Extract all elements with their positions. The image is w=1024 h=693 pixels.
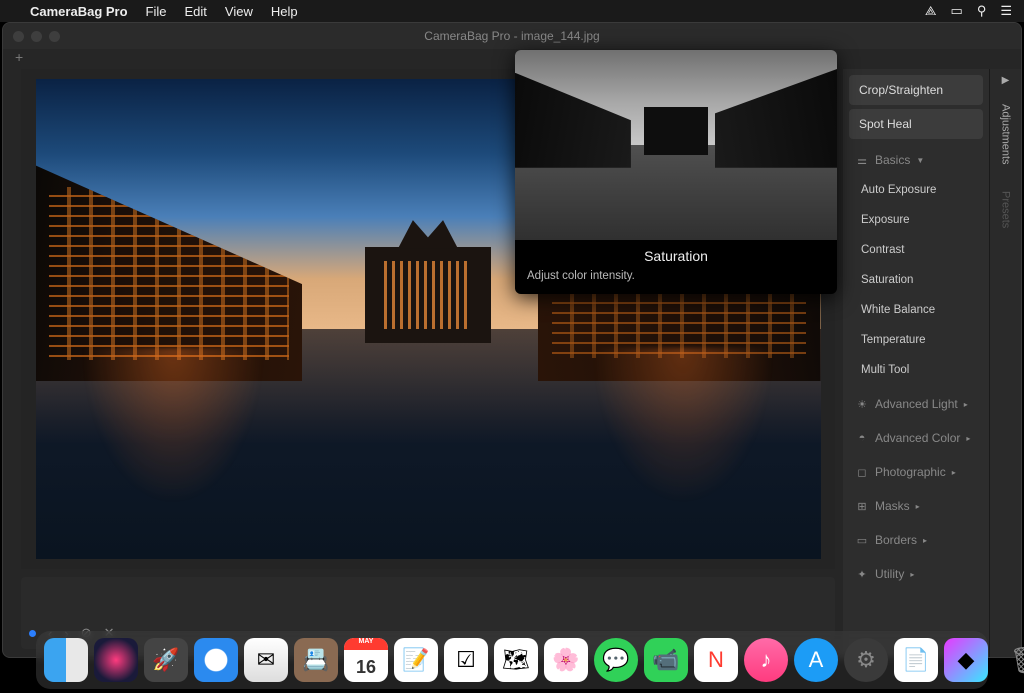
dock-notes[interactable]: 📝 <box>394 638 438 682</box>
adjustment-tooltip: Saturation Adjust color intensity. <box>515 50 837 294</box>
adjust-multi-tool[interactable]: Multi Tool <box>849 357 983 383</box>
spot-heal-button[interactable]: Spot Heal <box>849 109 983 139</box>
menu-edit[interactable]: Edit <box>185 4 207 19</box>
utility-icon: ✦ <box>855 568 869 581</box>
dock-trash[interactable]: 🗑 <box>1004 638 1024 682</box>
sliders-icon: ⚌ <box>855 154 869 167</box>
window-title: CameraBag Pro - image_144.jpg <box>424 29 599 43</box>
dock-reminders[interactable]: ☑ <box>444 638 488 682</box>
camera-icon: ◻ <box>855 466 869 479</box>
dock-news[interactable]: N <box>694 638 738 682</box>
dock-textedit[interactable]: 📄 <box>894 638 938 682</box>
chevron-right-icon: ▸ <box>964 400 968 409</box>
dock-safari[interactable] <box>194 638 238 682</box>
adjust-contrast[interactable]: Contrast <box>849 237 983 263</box>
dock-finder[interactable] <box>44 638 88 682</box>
section-advanced-color[interactable]: ◓ Advanced Color ▸ <box>849 421 983 451</box>
titlebar: CameraBag Pro - image_144.jpg <box>3 23 1021 49</box>
tooltip-preview-image <box>515 50 837 240</box>
sun-icon: ☀ <box>855 398 869 411</box>
crop-straighten-button[interactable]: Crop/Straighten <box>849 75 983 105</box>
dock-photos[interactable]: 🌸 <box>544 638 588 682</box>
section-basics[interactable]: ⚌ Basics ▼ <box>849 143 983 173</box>
dock-siri[interactable] <box>94 638 138 682</box>
spotlight-icon[interactable]: ⚲ <box>977 3 987 19</box>
strip-enabled-dot[interactable] <box>29 630 36 637</box>
tab-presets[interactable]: Presets <box>998 183 1014 236</box>
status-icon[interactable]: ⟁ <box>925 3 937 19</box>
adjust-temperature[interactable]: Temperature <box>849 327 983 353</box>
adjust-saturation[interactable]: Saturation <box>849 267 983 293</box>
dock-contacts[interactable]: 📇 <box>294 638 338 682</box>
adjust-white-balance[interactable]: White Balance <box>849 297 983 323</box>
dock-messages[interactable]: 💬 <box>594 638 638 682</box>
dock-appstore[interactable]: A <box>794 638 838 682</box>
chevron-right-icon: ▸ <box>952 468 956 477</box>
section-masks[interactable]: ⊞ Masks ▸ <box>849 489 983 519</box>
display-icon[interactable]: ▭ <box>951 3 963 19</box>
borders-icon: ▭ <box>855 534 869 547</box>
tab-row[interactable]: + <box>3 49 1021 69</box>
menu-help[interactable]: Help <box>271 4 298 19</box>
dock: 🚀 ✉ 📇 MAY 16 📝 ☑ 🗺 🌸 💬 📹 N ♪ A ⚙ 📄 ◆ 🗑 <box>36 631 988 689</box>
color-icon: ◓ <box>855 432 869 444</box>
dock-calendar[interactable]: MAY 16 <box>344 638 388 682</box>
dock-camerabag[interactable]: ◆ <box>944 638 988 682</box>
tooltip-title: Saturation <box>515 240 837 266</box>
section-utility[interactable]: ✦ Utility ▸ <box>849 557 983 587</box>
dock-launchpad[interactable]: 🚀 <box>144 638 188 682</box>
menu-list-icon[interactable]: ☰ <box>1000 3 1012 19</box>
dock-maps[interactable]: 🗺 <box>494 638 538 682</box>
dock-settings[interactable]: ⚙ <box>844 638 888 682</box>
app-name-menu[interactable]: CameraBag Pro <box>30 4 128 19</box>
menu-file[interactable]: File <box>146 4 167 19</box>
traffic-lights[interactable] <box>13 31 60 42</box>
section-borders[interactable]: ▭ Borders ▸ <box>849 523 983 553</box>
dock-mail[interactable]: ✉ <box>244 638 288 682</box>
dock-facetime[interactable]: 📹 <box>644 638 688 682</box>
chevron-right-icon: ▸ <box>923 536 927 545</box>
section-photographic[interactable]: ◻ Photographic ▸ <box>849 455 983 485</box>
chevron-down-icon: ▼ <box>916 156 924 165</box>
app-window: CameraBag Pro - image_144.jpg + <box>2 22 1022 658</box>
collapse-panel-icon[interactable]: ▶ <box>1002 75 1010 86</box>
adjustments-panel: Crop/Straighten Spot Heal ⚌ Basics ▼ Aut… <box>843 69 989 657</box>
side-tabs: ▶ Adjustments Presets <box>989 69 1021 657</box>
dock-music[interactable]: ♪ <box>744 638 788 682</box>
chevron-right-icon: ▸ <box>910 570 914 579</box>
masks-icon: ⊞ <box>855 500 869 513</box>
menu-view[interactable]: View <box>225 4 253 19</box>
chevron-right-icon: ▸ <box>966 434 970 443</box>
adjust-auto-exposure[interactable]: Auto Exposure <box>849 177 983 203</box>
section-advanced-light[interactable]: ☀ Advanced Light ▸ <box>849 387 983 417</box>
chevron-right-icon: ▸ <box>916 502 920 511</box>
adjust-exposure[interactable]: Exposure <box>849 207 983 233</box>
menubar: CameraBag Pro File Edit View Help ⟁ ▭ ⚲ … <box>0 0 1024 22</box>
tab-adjustments[interactable]: Adjustments <box>998 96 1014 173</box>
tooltip-description: Adjust color intensity. <box>515 266 837 294</box>
